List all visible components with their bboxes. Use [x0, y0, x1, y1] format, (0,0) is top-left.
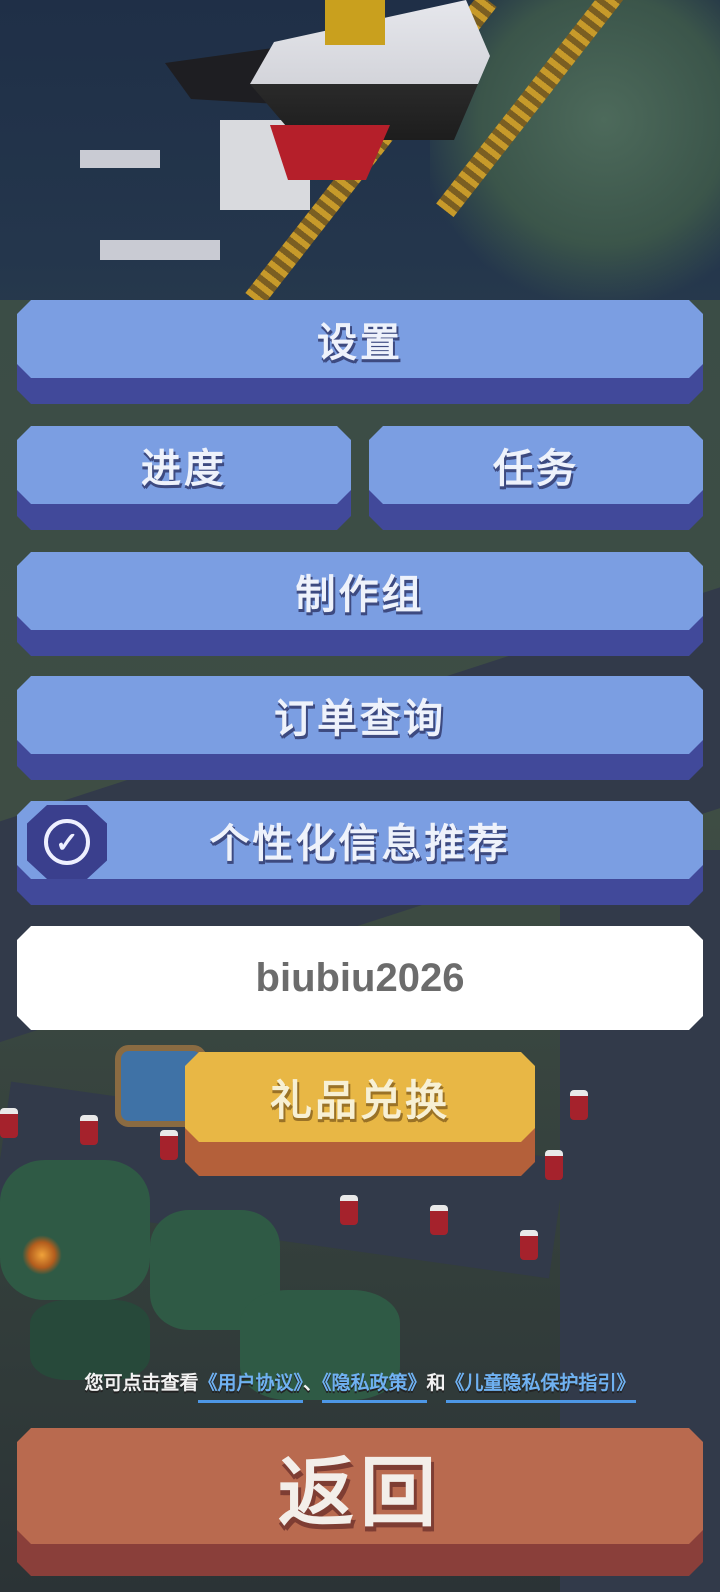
ship-mast: [325, 0, 385, 45]
privacy-policy-link[interactable]: 《隐私政策》: [322, 1372, 427, 1403]
legal-notice: 您可点击查看《用户协议》、《隐私政策》和《儿童隐私保护指引》: [0, 1368, 720, 1403]
button-face: 个性化信息推荐: [17, 801, 703, 879]
gift-redeem-label: 礼品兑换: [269, 1075, 450, 1125]
post: [340, 1195, 358, 1225]
button-face: 任务: [369, 426, 703, 504]
post: [545, 1150, 563, 1180]
button-face: 订单查询: [17, 676, 703, 754]
personalized-recommendation-toggle[interactable]: 个性化信息推荐 ✓: [17, 801, 703, 905]
legal-prefix: 您可点击查看: [84, 1372, 199, 1394]
block: [80, 150, 160, 168]
redeem-code-field[interactable]: biubiu2026: [17, 926, 703, 1030]
child-privacy-link[interactable]: 《儿童隐私保护指引》: [445, 1372, 636, 1403]
progress-button[interactable]: 进度: [17, 426, 351, 530]
legal-and: 和: [426, 1372, 446, 1394]
back-button[interactable]: 返回: [17, 1428, 703, 1576]
campfire: [22, 1235, 62, 1275]
user-agreement-link[interactable]: 《用户协议》: [198, 1372, 303, 1403]
tasks-button[interactable]: 任务: [369, 426, 703, 530]
checkmark-glyph: ✓: [44, 819, 90, 865]
order-query-button[interactable]: 订单查询: [17, 676, 703, 780]
post: [430, 1205, 448, 1235]
redeem-code-value: biubiu2026: [255, 955, 465, 1000]
settings-button[interactable]: 设置: [17, 300, 703, 404]
order-query-label: 订单查询: [274, 696, 446, 742]
post: [80, 1115, 98, 1145]
post: [570, 1090, 588, 1120]
button-face: 制作组: [17, 552, 703, 630]
check-circle-icon[interactable]: ✓: [27, 805, 107, 879]
credits-label: 制作组: [295, 572, 425, 618]
back-label: 返回: [278, 1448, 442, 1537]
credits-button[interactable]: 制作组: [17, 552, 703, 656]
button-face: 礼品兑换: [185, 1052, 535, 1142]
post: [160, 1130, 178, 1160]
game-background: [0, 0, 720, 1592]
post: [520, 1230, 538, 1260]
settings-label: 设置: [317, 320, 403, 366]
button-face: 进度: [17, 426, 351, 504]
legal-separator: 、: [302, 1372, 322, 1394]
post: [0, 1108, 18, 1138]
block: [100, 240, 220, 260]
tasks-label: 任务: [493, 446, 579, 492]
button-face: 返回: [17, 1428, 703, 1544]
personalized-label: 个性化信息推荐: [209, 821, 511, 867]
button-face: 设置: [17, 300, 703, 378]
progress-label: 进度: [141, 446, 227, 492]
gift-redeem-button[interactable]: 礼品兑换: [185, 1052, 535, 1176]
tree: [0, 1160, 150, 1300]
